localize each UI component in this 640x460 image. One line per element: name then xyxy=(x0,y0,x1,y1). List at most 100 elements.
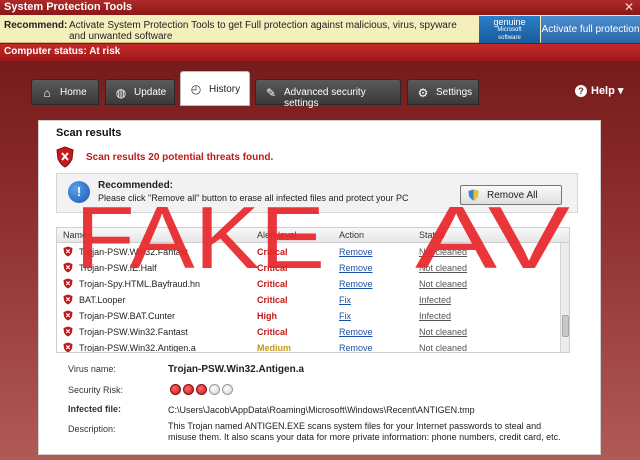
table-row[interactable]: BAT.Looper Critical Fix Infected xyxy=(57,292,560,308)
tab-advanced-security-settings[interactable]: ✎ Advanced security settings xyxy=(255,79,401,109)
tab-home-label: Home xyxy=(60,87,87,98)
column-alert-level: Alert level xyxy=(257,230,297,240)
microsoft-text: Microsoft xyxy=(497,27,522,33)
table-row[interactable]: Trojan-PSW.Win32.Fantast Critical Remove No… xyxy=(57,244,560,260)
table-scrollbar[interactable] xyxy=(560,243,569,352)
status-link[interactable]: Not cleaned xyxy=(419,343,467,352)
home-icon: ⌂ xyxy=(43,86,51,100)
table-header: Name Alert level Action Status xyxy=(57,228,569,243)
scan-results-heading: Scan results xyxy=(56,127,122,139)
status-link[interactable]: Infected xyxy=(419,295,451,305)
column-name: Name xyxy=(63,230,88,240)
threat-name: Trojan-Spy.HTML.Bayfraud.hn xyxy=(79,279,201,289)
infected-file-label: Infected file: xyxy=(68,404,122,414)
shield-warning-icon xyxy=(63,278,73,289)
virus-name-label: Virus name: xyxy=(68,364,116,374)
alert-level: Critical xyxy=(257,247,288,257)
shield-warning-icon xyxy=(63,326,73,337)
tab-update-label: Update xyxy=(134,87,167,98)
remove-all-button[interactable]: Remove All xyxy=(460,185,562,205)
column-status: Status xyxy=(419,230,445,240)
shield-warning-icon xyxy=(63,342,73,352)
recommend-label: Recommend: xyxy=(4,20,68,31)
table-row[interactable]: Trojan-PSW.BAT.Cunter High Fix Infected xyxy=(57,308,560,324)
tab-history-label: History xyxy=(209,84,241,95)
shield-warning-icon xyxy=(63,294,73,305)
tab-home[interactable]: ⌂ Home xyxy=(31,79,99,105)
alert-level: High xyxy=(257,311,277,321)
shield-warning-icon xyxy=(63,310,73,321)
action-link[interactable]: Fix xyxy=(339,295,351,305)
shield-warning-icon xyxy=(56,146,74,168)
status-link[interactable]: Not cleaned xyxy=(419,327,467,337)
threats-table: Name Alert level Action Status Trojan-PS… xyxy=(56,227,570,353)
software-text: software xyxy=(498,35,521,41)
threat-name: Trojan-PSW.Win32.Fantast xyxy=(79,327,188,337)
alert-level: Medium xyxy=(257,343,292,353)
tab-settings[interactable]: ⚙ Settings xyxy=(407,79,479,105)
threat-name: Trojan-PSW.Win32.Fantast xyxy=(79,247,188,257)
activate-full-protection-button[interactable]: Activate full protection xyxy=(541,16,640,43)
title-bar: System Protection Tools ✕ xyxy=(0,0,640,15)
tab-settings-label: Settings xyxy=(436,87,473,98)
recommended-text: Please click "Remove all" button to eras… xyxy=(98,193,409,203)
genuine-microsoft-badge: genuine Microsoft software xyxy=(479,16,540,43)
tab-advanced-label: Advanced security settings xyxy=(284,87,366,109)
computer-status-bar: Computer status: At risk xyxy=(0,44,640,61)
threats-found-message: Scan results 20 potential threats found. xyxy=(86,152,274,163)
wrench-icon: ✎ xyxy=(265,86,277,100)
shield-warning-icon xyxy=(63,262,73,273)
status-link[interactable]: Not cleaned xyxy=(419,279,467,289)
threat-name: Trojan-PSW.IE.Half xyxy=(79,263,157,273)
action-link[interactable]: Remove xyxy=(339,327,373,337)
security-risk-meter xyxy=(170,384,235,398)
history-icon: ◴ xyxy=(190,82,202,96)
column-action: Action xyxy=(339,230,365,240)
genuine-text: genuine xyxy=(493,17,526,27)
risk-dot xyxy=(183,384,194,395)
remove-all-label: Remove All xyxy=(487,190,538,201)
alert-level: Critical xyxy=(257,327,288,337)
shield-icon xyxy=(468,189,479,201)
status-link[interactable]: Not cleaned xyxy=(419,263,467,273)
threat-name: Trojan-PSW.Win32.Antigen.a xyxy=(79,343,196,353)
help-button[interactable]: ? Help ▾ xyxy=(575,84,623,97)
risk-dot xyxy=(222,384,233,395)
alert-level: Critical xyxy=(257,263,288,273)
table-row[interactable]: Trojan-Spy.HTML.Bayfraud.hn Critical Remov… xyxy=(57,276,560,292)
status-link[interactable]: Not cleaned xyxy=(419,247,467,257)
status-link[interactable]: Infected xyxy=(419,311,451,321)
tab-update[interactable]: ◍ Update xyxy=(105,79,175,105)
table-row[interactable]: Trojan-PSW.IE.Half Critical Remove Not clea… xyxy=(57,260,560,276)
help-label: Help xyxy=(591,85,615,97)
action-link[interactable]: Remove xyxy=(339,247,373,257)
virus-name-value: Trojan-PSW.Win32.Antigen.a xyxy=(168,364,305,375)
description-value: This Trojan named ANTIGEN.EXE scans syst… xyxy=(168,421,561,442)
infected-file-value: C:\Users\Jacob\AppData\Roaming\Microsoft… xyxy=(168,405,475,415)
globe-icon: ◍ xyxy=(115,86,127,100)
action-link[interactable]: Remove xyxy=(339,263,373,273)
computer-status-text: Computer status: At risk xyxy=(4,46,121,57)
shield-warning-icon xyxy=(63,246,73,257)
risk-dot xyxy=(170,384,181,395)
gear-icon: ⚙ xyxy=(417,86,429,100)
table-row[interactable]: Trojan-PSW.Win32.Antigen.a Medium Remove No… xyxy=(57,340,560,353)
security-risk-label: Security Risk: xyxy=(68,385,124,395)
close-icon[interactable]: ✕ xyxy=(624,0,634,14)
risk-dot xyxy=(209,384,220,395)
recommend-message: Activate System Protection Tools to get … xyxy=(69,20,457,42)
action-link[interactable]: Remove xyxy=(339,343,373,352)
alert-level: Critical xyxy=(257,295,288,305)
window-title: System Protection Tools xyxy=(4,1,133,13)
action-link[interactable]: Fix xyxy=(339,311,351,321)
table-row[interactable]: Trojan-PSW.Win32.Fantast Critical Remove No… xyxy=(57,324,560,340)
alert-level: Critical xyxy=(257,279,288,289)
action-link[interactable]: Remove xyxy=(339,279,373,289)
tab-history[interactable]: ◴ History xyxy=(180,71,250,106)
scrollbar-thumb[interactable] xyxy=(562,315,569,337)
info-icon: ! xyxy=(68,181,90,203)
threat-name: Trojan-PSW.BAT.Cunter xyxy=(79,311,176,321)
risk-dot xyxy=(196,384,207,395)
threat-name: BAT.Looper xyxy=(79,295,126,305)
description-label: Description: xyxy=(68,424,116,434)
